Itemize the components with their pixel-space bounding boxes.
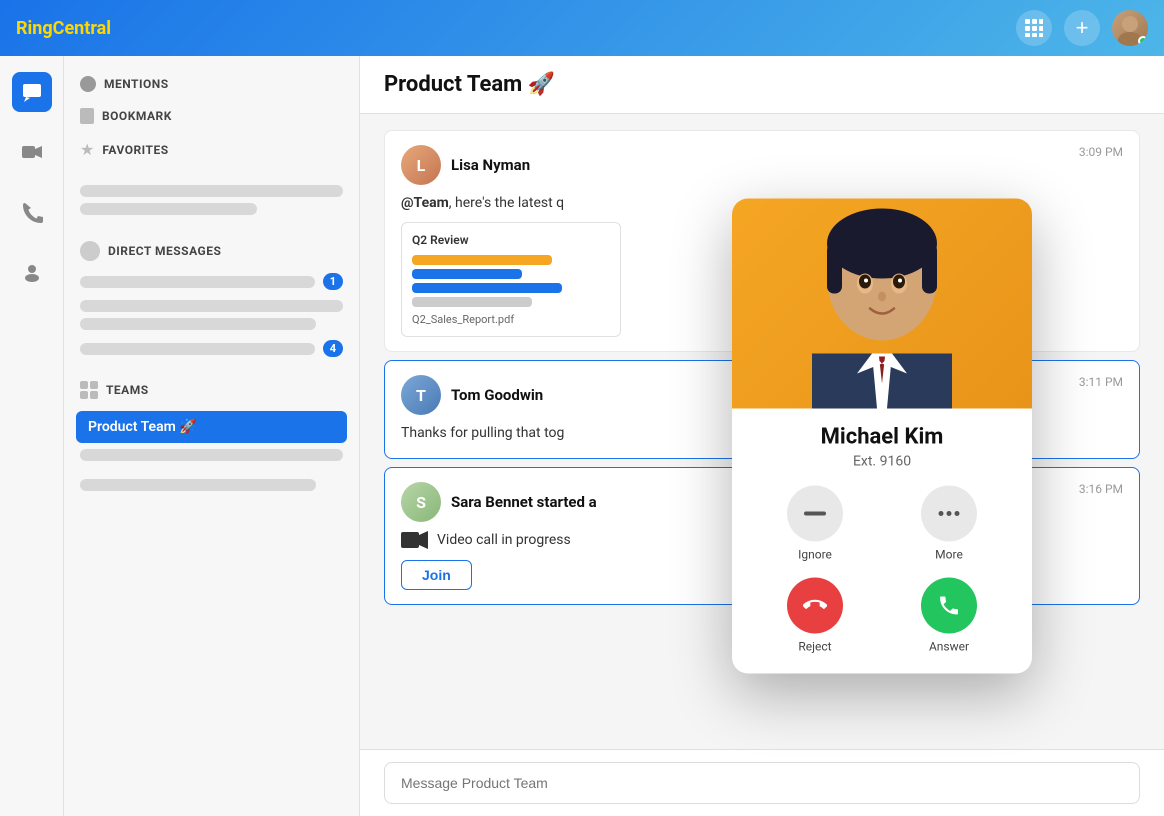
channel-emoji: 🚀 [528, 72, 555, 97]
online-indicator [1138, 36, 1148, 46]
sidebar-item-video[interactable] [12, 132, 52, 172]
bookmark-label: BOOKMARK [102, 109, 172, 123]
ignore-label: Ignore [798, 548, 832, 562]
caller-name: Michael Kim [748, 425, 1016, 450]
bookmark-header: BOOKMARK [64, 100, 359, 132]
answer-action: Answer [890, 578, 1008, 654]
avatar-tom: T [401, 375, 441, 415]
skeleton [80, 479, 316, 491]
q2-attachment[interactable]: Q2 Review Q2_Sales_Report.pdf [401, 222, 621, 337]
channel-header: Product Team 🚀 [360, 56, 1164, 114]
video-call-icon [401, 530, 429, 550]
main-content: Product Team 🚀 L Lisa Nyman 3:09 PM @Tea… [360, 56, 1164, 816]
sender-lisa: Lisa Nyman [451, 156, 530, 174]
incoming-call-overlay: Michael Kim Ext. 9160 Ignore [732, 199, 1032, 674]
grid-icon-button[interactable] [1016, 10, 1052, 46]
skeleton [80, 203, 257, 215]
favorites-label: FAVORITES [102, 143, 168, 157]
mentions-header: MENTIONS [64, 68, 359, 100]
sidebar-item-phone[interactable] [12, 192, 52, 232]
dm-row-1[interactable]: 1 [64, 269, 359, 294]
icon-sidebar [0, 56, 64, 816]
teams-header: TEAMS [64, 373, 359, 407]
caller-photo [732, 199, 1032, 409]
video-call-label: Video call in progress [437, 532, 571, 548]
msg-time-sara: 3:16 PM [1079, 482, 1123, 496]
add-button[interactable]: + [1064, 10, 1100, 46]
skeleton [80, 276, 315, 288]
sender-tom: Tom Goodwin [451, 386, 543, 404]
message-header-lisa: L Lisa Nyman [401, 145, 1123, 185]
msg-time-lisa: 3:09 PM [1079, 145, 1123, 159]
dm-label: DIRECT MESSAGES [108, 244, 221, 258]
topbar: RingCentral + [0, 0, 1164, 56]
pdf-label: Q2_Sales_Report.pdf [412, 313, 610, 326]
topbar-right: + [1016, 10, 1148, 46]
dm-badge-2: 4 [323, 340, 343, 357]
join-button[interactable]: Join [401, 560, 472, 590]
answer-label: Answer [929, 640, 969, 654]
avatar-sara: S [401, 482, 441, 522]
mentions-label: MENTIONS [104, 77, 169, 91]
bar-1 [412, 255, 552, 265]
more-label: More [935, 548, 963, 562]
more-action: More [890, 486, 1008, 562]
skeleton [80, 300, 343, 312]
teams-label: TEAMS [106, 383, 149, 397]
bar-4 [412, 297, 532, 307]
caller-image [732, 199, 1032, 409]
call-actions-bottom: Reject Answer [732, 578, 1032, 674]
skeleton [80, 185, 343, 197]
user-avatar[interactable] [1112, 10, 1148, 46]
ignore-button[interactable] [787, 486, 843, 542]
sidebar-item-chat[interactable] [12, 72, 52, 112]
caller-ext: Ext. 9160 [748, 454, 1016, 470]
message-input[interactable] [384, 762, 1140, 804]
app-logo: RingCentral [16, 18, 111, 39]
reject-label: Reject [798, 640, 831, 654]
dm-header: DIRECT MESSAGES [64, 233, 359, 269]
call-actions-top: Ignore More [732, 486, 1032, 578]
reject-button[interactable] [787, 578, 843, 634]
sidebar-item-contacts[interactable] [12, 252, 52, 292]
more-button[interactable] [921, 486, 977, 542]
bar-3 [412, 283, 562, 293]
skeleton [80, 343, 315, 355]
reject-action: Reject [756, 578, 874, 654]
caller-info: Michael Kim Ext. 9160 [732, 409, 1032, 486]
answer-button[interactable] [921, 578, 977, 634]
dm-row-4[interactable]: 4 [64, 336, 359, 361]
message-input-bar [360, 749, 1164, 816]
avatar-lisa: L [401, 145, 441, 185]
skeleton [80, 449, 343, 461]
dm-badge-1: 1 [323, 273, 343, 290]
msg-time-tom: 3:11 PM [1079, 375, 1123, 389]
skeleton [80, 318, 316, 330]
channel-title: Product Team 🚀 [384, 72, 1140, 97]
sender-sara: Sara Bennet started a [451, 493, 597, 511]
favorites-header: ★ FAVORITES [64, 132, 359, 167]
q2-title: Q2 Review [412, 233, 610, 247]
left-panel: MENTIONS BOOKMARK ★ FAVORITES DIRECT MES… [64, 56, 360, 816]
main-layout: MENTIONS BOOKMARK ★ FAVORITES DIRECT MES… [0, 56, 1164, 816]
bar-2 [412, 269, 522, 279]
ignore-action: Ignore [756, 486, 874, 562]
teams-nav-product-team[interactable]: Product Team 🚀 [76, 411, 347, 443]
